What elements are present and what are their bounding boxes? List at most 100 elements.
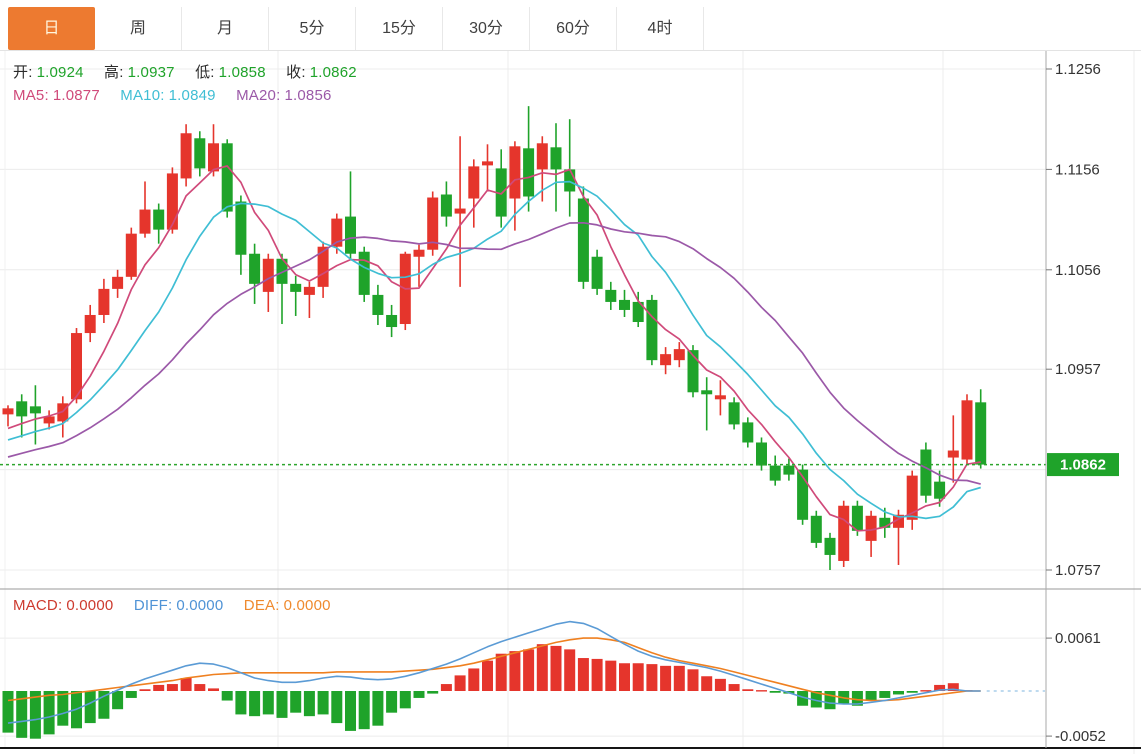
timeframe-tab-bar: 日周月5分15分30分60分4时 — [0, 0, 1141, 51]
candle-up[interactable] — [468, 166, 479, 198]
macd-bar-negative — [263, 691, 274, 714]
candle-down[interactable] — [194, 138, 205, 168]
candle-up[interactable] — [414, 250, 425, 257]
candle-down[interactable] — [372, 295, 383, 315]
macd-bar-negative — [825, 691, 836, 709]
tab-月[interactable]: 月 — [182, 7, 269, 50]
candle-up[interactable] — [85, 315, 96, 333]
candle-up[interactable] — [660, 354, 671, 365]
candle-down[interactable] — [153, 210, 164, 230]
candle-up[interactable] — [962, 400, 973, 459]
candle-down[interactable] — [235, 202, 246, 255]
candle-down[interactable] — [783, 466, 794, 475]
tab-日[interactable]: 日 — [8, 7, 95, 50]
macd-histogram[interactable] — [3, 644, 973, 739]
candle-down[interactable] — [934, 482, 945, 499]
tab-60分[interactable]: 60分 — [530, 7, 617, 50]
candle-down[interactable] — [345, 217, 356, 254]
candle-up[interactable] — [674, 349, 685, 360]
tab-30分[interactable]: 30分 — [443, 7, 530, 50]
candle-up[interactable] — [112, 277, 123, 289]
candle-down[interactable] — [16, 401, 27, 416]
candle-up[interactable] — [715, 395, 726, 399]
macd-axis-labels: 0.0061-0.0052 — [1046, 630, 1106, 745]
candle-down[interactable] — [756, 442, 767, 465]
candle-down[interactable] — [359, 252, 370, 295]
macd-bar-negative — [770, 691, 781, 693]
candle-up[interactable] — [167, 173, 178, 229]
candle-down[interactable] — [825, 538, 836, 555]
candle-up[interactable] — [126, 234, 137, 277]
candle-up[interactable] — [263, 259, 274, 292]
candle-up[interactable] — [208, 143, 219, 171]
tab-15分[interactable]: 15分 — [356, 7, 443, 50]
candle-down[interactable] — [578, 199, 589, 282]
candle-up[interactable] — [537, 143, 548, 169]
macd-bar-positive — [619, 663, 630, 691]
candle-down[interactable] — [222, 143, 233, 211]
macd-bar-negative — [372, 691, 383, 726]
macd-bar-positive — [537, 644, 548, 691]
chart-area: 1.12561.11561.10561.09571.07571.08620.00… — [0, 51, 1141, 754]
candle-down[interactable] — [592, 257, 603, 289]
candle-up[interactable] — [140, 210, 151, 234]
macd-bar-positive — [646, 664, 657, 691]
macd-bar-positive — [551, 646, 562, 691]
candles-layer[interactable] — [3, 106, 987, 570]
macd-bar-positive — [742, 689, 753, 691]
candle-down[interactable] — [742, 422, 753, 442]
candle-down[interactable] — [920, 450, 931, 496]
candle-down[interactable] — [729, 402, 740, 424]
tab-周[interactable]: 周 — [95, 7, 182, 50]
candle-down[interactable] — [523, 148, 534, 196]
candle-up[interactable] — [838, 506, 849, 561]
macd-bar-negative — [414, 691, 425, 698]
macd-bar-negative — [85, 691, 96, 723]
macd-bar-positive — [468, 668, 479, 691]
macd-bar-positive — [509, 651, 520, 691]
macd-bar-positive — [688, 669, 699, 691]
candle-down[interactable] — [605, 290, 616, 302]
macd-bar-negative — [879, 691, 890, 698]
candle-up[interactable] — [509, 146, 520, 198]
candle-down[interactable] — [290, 284, 301, 292]
macd-bar-negative — [331, 691, 342, 723]
candle-up[interactable] — [455, 209, 466, 214]
candle-up[interactable] — [304, 287, 315, 295]
candle-down[interactable] — [770, 466, 781, 481]
macd-bar-negative — [359, 691, 370, 729]
candle-up[interactable] — [482, 161, 493, 165]
macd-bar-positive — [674, 666, 685, 691]
tab-4时[interactable]: 4时 — [617, 7, 704, 50]
candle-down[interactable] — [441, 195, 452, 217]
candle-down[interactable] — [975, 402, 986, 464]
candle-down[interactable] — [646, 300, 657, 360]
tab-5分[interactable]: 5分 — [269, 7, 356, 50]
price-chart[interactable]: 1.12561.11561.10561.09571.07571.08620.00… — [0, 51, 1141, 754]
macd-bar-positive — [496, 654, 507, 691]
macd-bar-positive — [564, 649, 575, 691]
svg-text:1.1056: 1.1056 — [1055, 262, 1101, 279]
macd-bar-positive — [756, 690, 767, 691]
svg-text:1.1156: 1.1156 — [1055, 161, 1100, 178]
candle-up[interactable] — [3, 408, 14, 414]
candle-down[interactable] — [701, 390, 712, 394]
macd-bar-negative — [44, 691, 55, 734]
candle-down[interactable] — [386, 315, 397, 327]
candle-up[interactable] — [948, 451, 959, 458]
candle-down[interactable] — [551, 147, 562, 169]
candle-down[interactable] — [249, 254, 260, 284]
macd-bar-negative — [222, 691, 233, 701]
macd-bar-negative — [866, 691, 877, 701]
svg-text:1.0957: 1.0957 — [1055, 361, 1101, 378]
candle-up[interactable] — [181, 133, 192, 178]
macd-bar-positive — [633, 663, 644, 691]
candle-down[interactable] — [619, 300, 630, 310]
candle-down[interactable] — [811, 516, 822, 543]
candle-down[interactable] — [564, 169, 575, 191]
macd-bar-negative — [290, 691, 301, 713]
candle-down[interactable] — [30, 406, 41, 413]
candle-up[interactable] — [98, 289, 109, 315]
last-price-badge: 1.0862 — [1047, 453, 1119, 476]
macd-bar-negative — [345, 691, 356, 731]
